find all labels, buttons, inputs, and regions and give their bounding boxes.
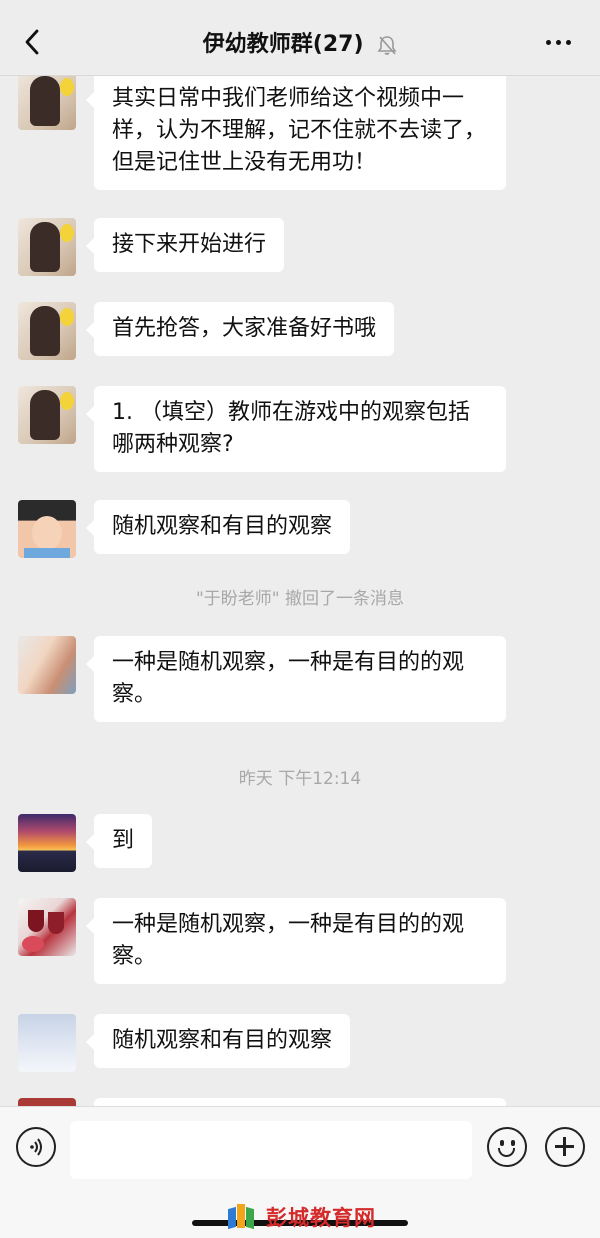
message-row: 其实日常中我们老师给这个视频中一样，认为不理解，记不住就不去读了，但是记住世上没… <box>18 76 506 190</box>
message-row: 一种是随机观察，一种是有目的的观察。 <box>18 898 506 984</box>
more-dot <box>555 39 561 45</box>
message-text: 一种是随机观察，一种是有目的的观察。 <box>112 650 465 707</box>
message-row: 一种是随机观察，一种是有目的的观察。 <box>18 636 506 722</box>
avatar[interactable] <box>18 76 76 130</box>
watermark: 彭城教育网 <box>226 1202 376 1232</box>
avatar[interactable] <box>18 302 76 360</box>
message-bubble[interactable]: 到 <box>85 814 153 868</box>
voice-icon <box>30 1138 42 1156</box>
group-name: 伊幼教师群 <box>202 32 313 57</box>
message-text: 随机观察和有目的观察 <box>112 1028 333 1053</box>
emoji-button[interactable] <box>487 1127 527 1167</box>
message-bubble[interactable]: 其实日常中我们老师给这个视频中一样，认为不理解，记不住就不去读了，但是记住世上没… <box>86 76 506 190</box>
message-row: 接下来开始进行 <box>18 218 285 276</box>
message-bubble[interactable]: 接下来开始进行 <box>85 218 285 272</box>
watermark-logo-icon <box>226 1202 260 1232</box>
avatar[interactable] <box>18 636 76 694</box>
input-bar <box>0 1106 600 1202</box>
message-text: 1. （填空）教师在游戏中的观察包括哪两种观察? <box>112 400 470 457</box>
message-row: 1. （填空）教师在游戏中的观察包括哪两种观察? <box>18 386 506 472</box>
message-bubble[interactable]: 1. （填空）教师在游戏中的观察包括哪两种观察? <box>86 386 506 472</box>
emoji-eye <box>511 1140 515 1146</box>
message-list[interactable]: 其实日常中我们老师给这个视频中一样，认为不理解，记不住就不去读了，但是记住世上没… <box>0 76 600 1106</box>
voice-button[interactable] <box>16 1127 56 1167</box>
emoji-icon <box>500 1140 504 1146</box>
bell-off-icon <box>377 36 397 55</box>
message-row: 随机观察和有目的观察 <box>18 500 351 558</box>
chat-title[interactable]: 伊幼教师群(27) <box>0 26 600 58</box>
message-text: 首先抢答，大家准备好书哦 <box>112 316 377 341</box>
emoji-mouth <box>498 1148 515 1157</box>
avatar[interactable] <box>18 898 76 956</box>
bottom-area: 彭城教育网 <box>0 1202 600 1238</box>
message-text: 其实日常中我们老师给这个视频中一样，认为不理解，记不住就不去读了，但是记住世上没… <box>112 86 487 175</box>
message-row: 首先抢答，大家准备好书哦 <box>18 302 395 360</box>
message-bubble[interactable]: 随机观察和有目的观察 <box>85 500 351 554</box>
message-row: 随机观察和有目的观察 <box>18 1014 351 1072</box>
avatar[interactable] <box>18 500 76 558</box>
avatar[interactable] <box>18 386 76 444</box>
recall-notice: "于盼老师" 撤回了一条消息 <box>195 589 405 609</box>
more-button[interactable] <box>538 28 578 56</box>
message-text: 到 <box>112 828 135 853</box>
message-bubble[interactable]: 首先抢答，大家准备好书哦 <box>85 302 395 356</box>
avatar[interactable] <box>18 1098 76 1106</box>
more-dot <box>565 39 571 45</box>
message-row: 到 <box>18 814 153 872</box>
plus-button[interactable] <box>545 1127 585 1167</box>
message-bubble[interactable]: 一种是随机观察，一种是有目的的观察。 <box>86 636 506 722</box>
member-count: (27) <box>312 32 364 57</box>
timestamp: 昨天 下午12:14 <box>238 769 362 789</box>
message-text: 接下来开始进行 <box>112 232 267 257</box>
watermark-text: 彭城教育网 <box>266 1206 376 1230</box>
message-row <box>18 1098 506 1106</box>
message-text: 一种是随机观察，一种是有目的的观察。 <box>112 912 465 969</box>
avatar[interactable] <box>18 218 76 276</box>
avatar[interactable] <box>18 814 76 872</box>
message-bubble[interactable] <box>94 1098 506 1106</box>
message-text: 随机观察和有目的观察 <box>112 514 333 539</box>
message-input[interactable] <box>70 1121 472 1179</box>
message-bubble[interactable]: 随机观察和有目的观察 <box>85 1014 351 1068</box>
more-dot <box>545 39 551 45</box>
avatar[interactable] <box>18 1014 76 1072</box>
chat-header: 伊幼教师群(27) <box>0 0 600 76</box>
message-bubble[interactable]: 一种是随机观察，一种是有目的的观察。 <box>86 898 506 984</box>
